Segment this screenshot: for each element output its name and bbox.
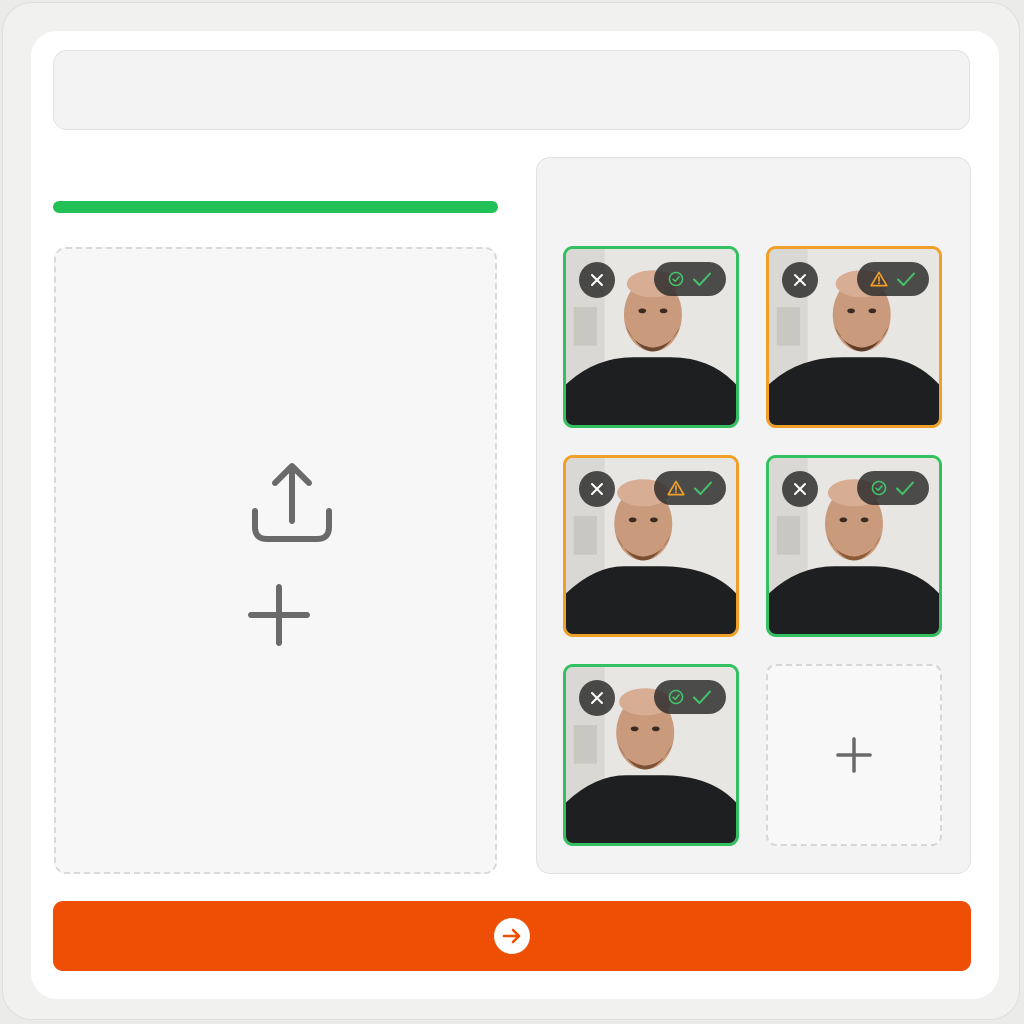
upload-progress-fill [53, 201, 498, 213]
photo-status-pill [857, 471, 929, 505]
close-icon [792, 272, 808, 288]
remove-photo-button[interactable] [782, 471, 818, 507]
photo-tile[interactable] [563, 455, 739, 637]
warning-triangle-icon [667, 480, 685, 496]
plus-icon [248, 584, 310, 646]
remove-photo-button[interactable] [579, 471, 615, 507]
arrow-right-icon [502, 928, 521, 944]
photo-status-pill [654, 262, 726, 296]
close-icon [589, 272, 605, 288]
checkmark-icon[interactable] [692, 271, 712, 287]
upload-tray-icon [252, 463, 332, 542]
remove-photo-button[interactable] [579, 680, 615, 716]
close-icon [589, 481, 605, 497]
header-bar [53, 50, 970, 130]
remove-photo-button[interactable] [579, 262, 615, 298]
remove-photo-button[interactable] [782, 262, 818, 298]
plus-icon [836, 737, 872, 773]
submit-circle [494, 918, 530, 954]
submit-button[interactable] [53, 901, 971, 971]
close-icon [589, 690, 605, 706]
checkmark-icon[interactable] [692, 689, 712, 705]
photo-status-pill [654, 680, 726, 714]
checkmark-icon[interactable] [896, 271, 916, 287]
checkmark-icon[interactable] [693, 480, 713, 496]
photo-status-pill [857, 262, 929, 296]
upload-dropzone[interactable] [54, 247, 497, 874]
checkmark-icon[interactable] [895, 480, 915, 496]
warning-triangle-icon [870, 271, 888, 287]
upload-progress-bar [53, 201, 498, 213]
check-circle-icon [871, 480, 887, 496]
photo-tile[interactable] [766, 246, 942, 428]
close-icon [792, 481, 808, 497]
photo-tile[interactable] [766, 455, 942, 637]
photo-status-pill [654, 471, 726, 505]
check-circle-icon [668, 689, 684, 705]
photo-tile[interactable] [563, 246, 739, 428]
add-photo-slot[interactable] [766, 664, 942, 846]
check-circle-icon [668, 271, 684, 287]
photo-tile[interactable] [563, 664, 739, 846]
